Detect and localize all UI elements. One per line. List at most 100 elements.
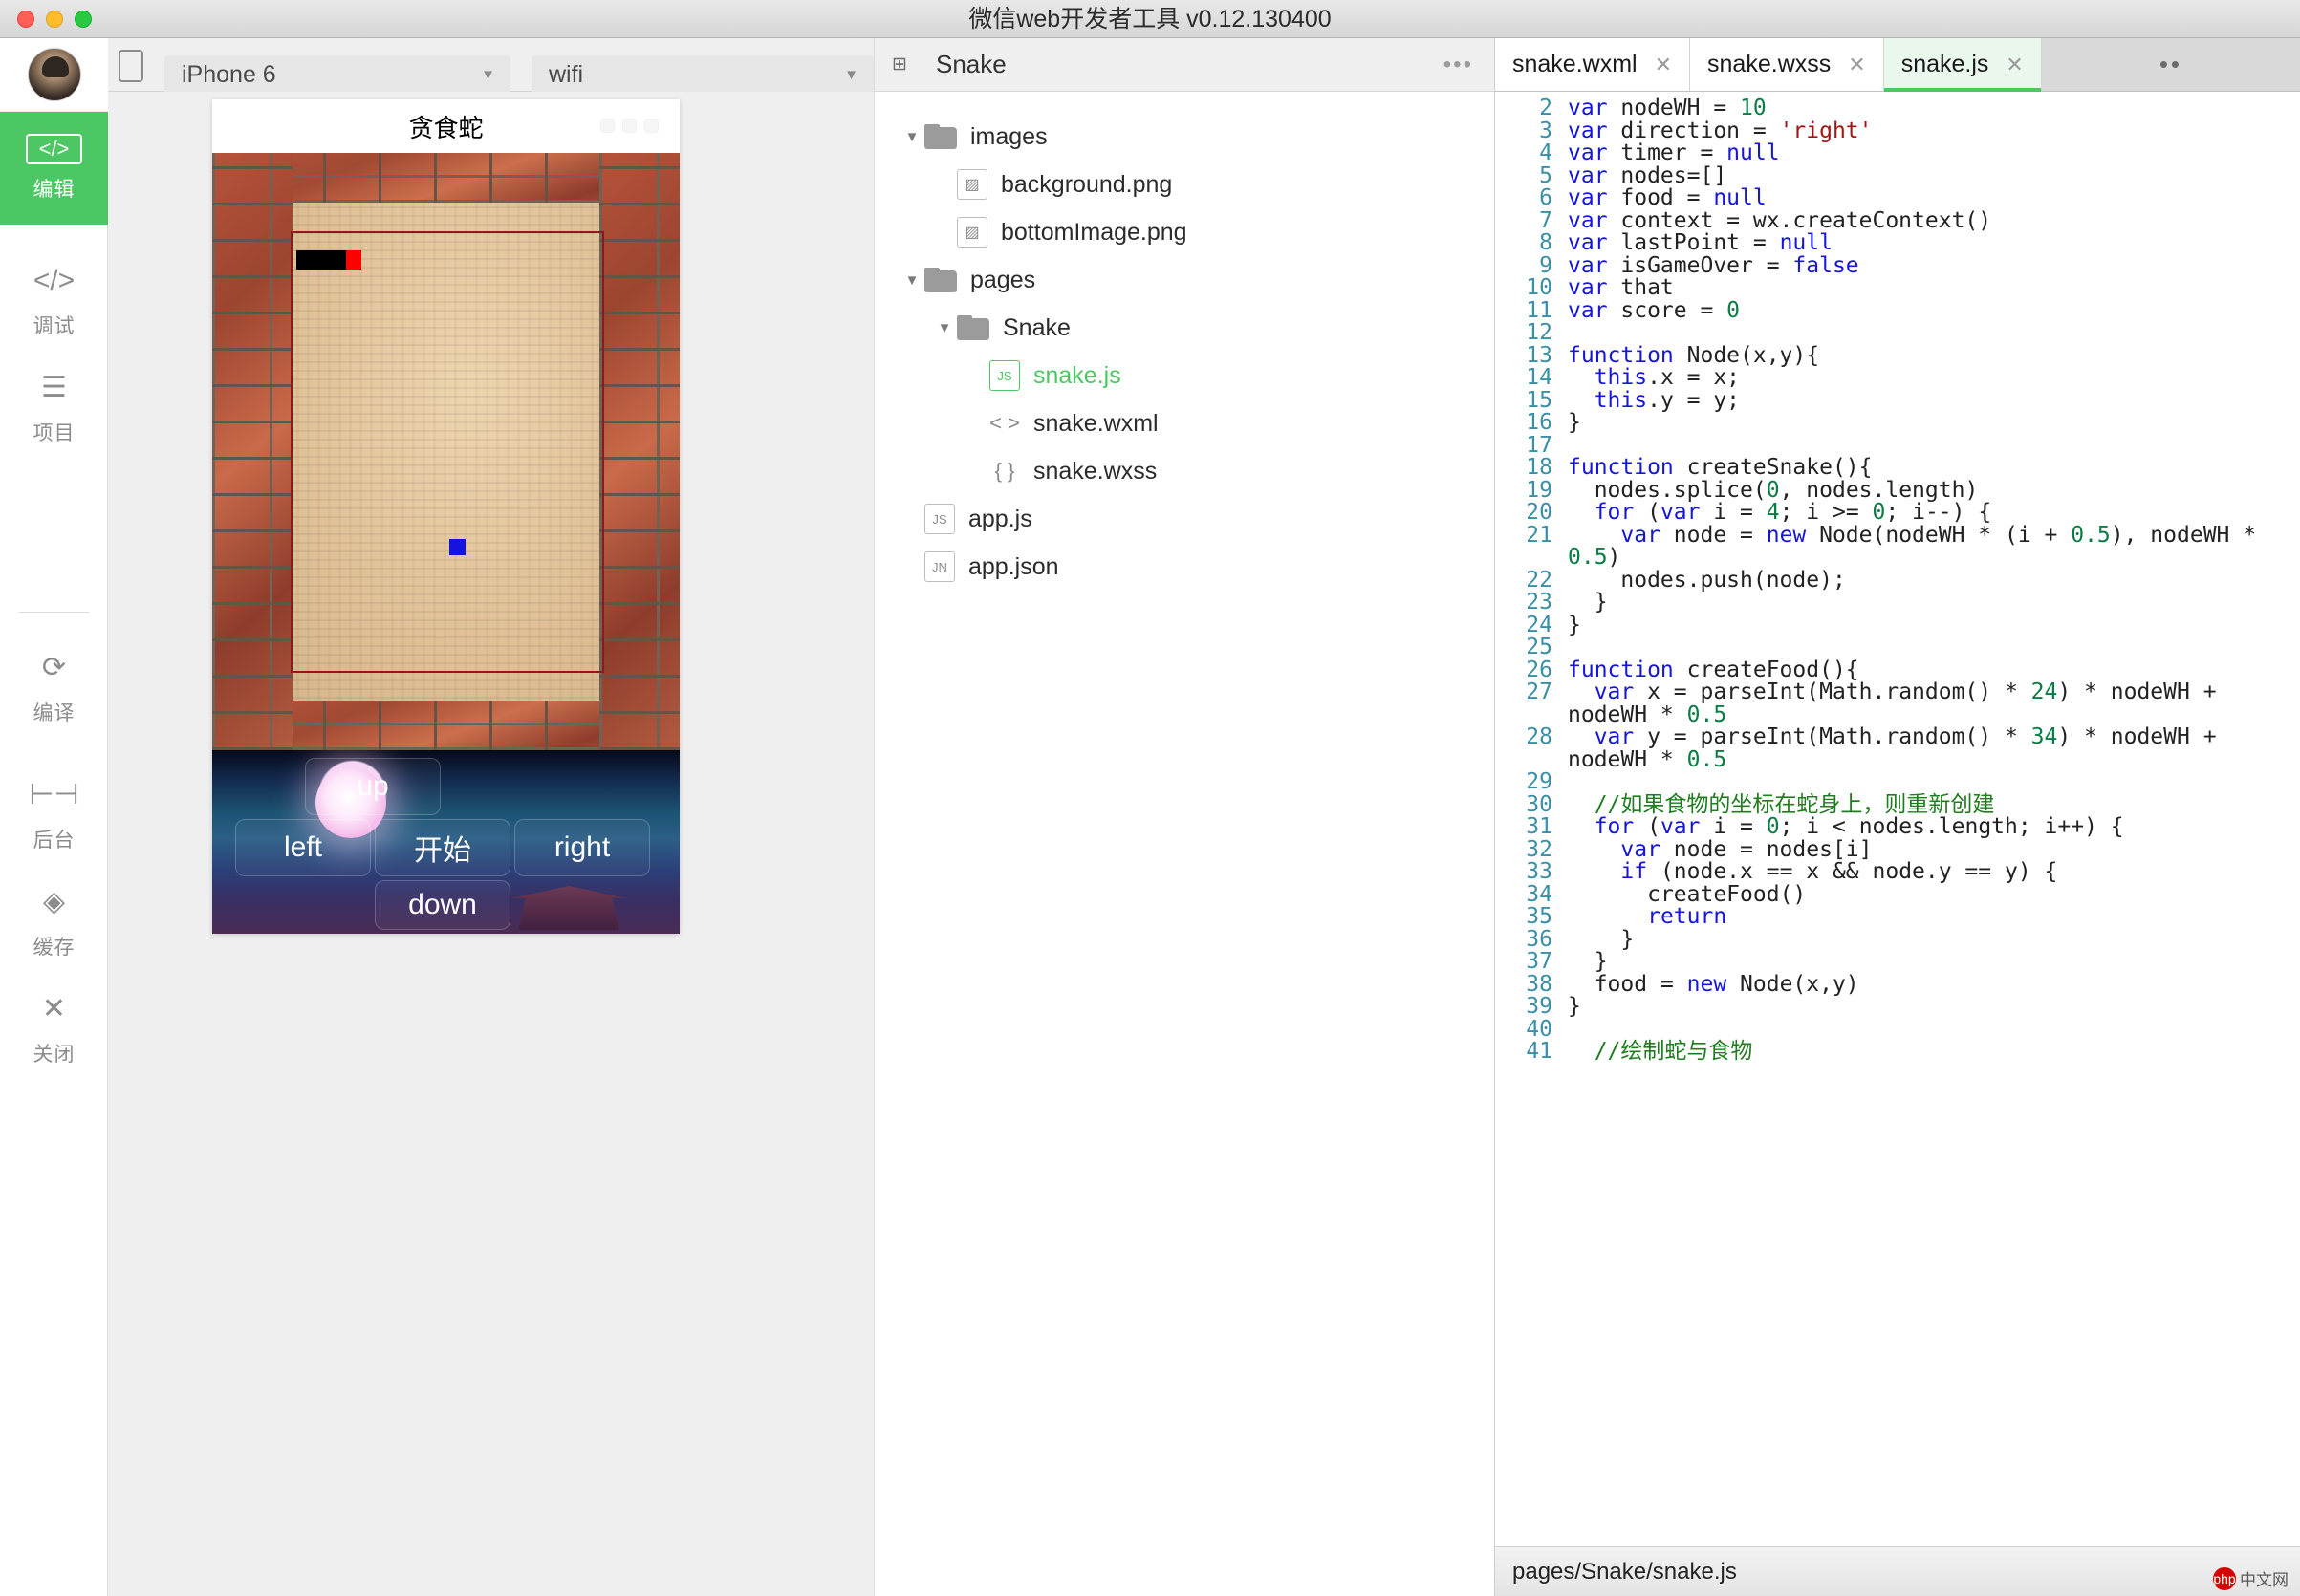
close-icon[interactable]: ✕ (2006, 53, 2023, 77)
line-number: 8 (1539, 230, 1552, 255)
sidebar-item-debug[interactable]: </> 调试 (0, 244, 108, 356)
line-number: 39 (1526, 994, 1552, 1019)
watermark-text: 中文网 (2240, 1571, 2289, 1589)
image-file-icon: ▨ (957, 169, 987, 200)
code-text: this.y = y; (1594, 387, 1741, 413)
game-canvas[interactable] (212, 153, 680, 750)
tab-snake-js[interactable]: snake.js ✕ (1883, 38, 2042, 92)
tree-file[interactable]: JN app.json (875, 543, 1494, 591)
background-tasks-icon: ⊢⊣ (29, 779, 79, 810)
sidebar-item-background[interactable]: ⊢⊣ 后台 (0, 758, 108, 871)
line-number: 37 (1526, 949, 1552, 974)
device-select[interactable]: iPhone 6 ▼ (164, 55, 510, 94)
code-text: var context = wx.createContext() (1568, 207, 1992, 233)
brick-wall-right (599, 153, 680, 750)
line-number: 32 (1526, 836, 1552, 862)
php-logo-icon: php (2213, 1566, 2236, 1590)
code-line: 11 var score = 0 (1495, 299, 2300, 323)
chevron-down-icon[interactable]: ▼ (932, 320, 957, 336)
code-text: nodes.splice(0, nodes.length) (1568, 477, 1979, 503)
phone-icon (119, 50, 143, 82)
capsule-dot-icon (600, 119, 615, 133)
sidebar-item-label: 关闭 (33, 1044, 76, 1066)
code-text: } (1568, 994, 1581, 1019)
tree-file[interactable]: ▨ bottomImage.png (875, 208, 1494, 256)
phone-navbar: 贪食蛇 (212, 99, 680, 153)
sidebar-item-project[interactable]: ☰ 项目 (0, 351, 108, 464)
tree-file[interactable]: JS snake.js (875, 352, 1494, 399)
code-text: nodes.push(node); (1568, 567, 1846, 593)
down-button[interactable]: down (375, 880, 510, 930)
tab-snake-wxml[interactable]: snake.wxml ✕ (1495, 38, 1691, 91)
chevron-down-icon[interactable]: ▼ (900, 272, 924, 289)
network-select[interactable]: wifi ▼ (532, 55, 874, 94)
chevron-down-icon: ▼ (844, 66, 858, 83)
code-line: 8 var lastPoint = null (1495, 230, 2300, 255)
line-number: 22 (1526, 567, 1552, 593)
ellipsis-icon[interactable]: ••• (1443, 52, 1473, 78)
code-line: 27 var x = parseInt(Math.random() * 24) … (1495, 679, 2300, 726)
code-line: 17 (1495, 434, 2300, 458)
code-text: return (1647, 904, 1727, 929)
code-line: 12 (1495, 321, 2300, 345)
network-select-value: wifi (549, 60, 584, 88)
code-brackets-icon: </> (25, 134, 83, 164)
sidebar-item-edit[interactable]: </> 编辑 (0, 112, 108, 225)
sidebar-item-label: 编译 (33, 702, 76, 724)
code-line: 28 var y = parseInt(Math.random() * 34) … (1495, 725, 2300, 771)
tree-item-label: snake.wxml (1033, 409, 1159, 437)
sidebar-item-label: 调试 (33, 315, 76, 337)
chevron-down-icon: ▼ (481, 66, 495, 83)
code-line: 5 var nodes=[] (1495, 164, 2300, 188)
tree-folder[interactable]: ▼ Snake (875, 304, 1494, 352)
start-button[interactable]: 开始 (375, 819, 510, 876)
sidebar-item-close[interactable]: ✕ 关闭 (0, 972, 108, 1085)
avatar-cell[interactable] (0, 38, 108, 112)
code-line: 32 var node = nodes[i] (1495, 836, 2300, 862)
sidebar-item-compile[interactable]: ⟳ 编译 (0, 631, 108, 744)
capsule-buttons[interactable] (600, 119, 659, 133)
tree-file[interactable]: ▨ background.png (875, 161, 1494, 208)
sidebar-item-cache[interactable]: ◈ 缓存 (0, 865, 108, 978)
code-text: //绘制蛇与食物 (1594, 1039, 1753, 1064)
tab-snake-wxss[interactable]: snake.wxss ✕ (1690, 38, 1884, 91)
code-line: 24} (1495, 614, 2300, 637)
tree-item-label: background.png (1001, 170, 1173, 198)
sidebar-item-label: 项目 (33, 422, 76, 444)
tree-item-label: pages (970, 266, 1036, 293)
close-icon[interactable]: ✕ (1655, 53, 1672, 77)
window-titlebar: 微信web开发者工具 v0.12.130400 (0, 0, 2300, 38)
close-x-icon: ✕ (41, 993, 67, 1024)
line-number: 2 (1539, 96, 1552, 120)
line-number: 31 (1526, 814, 1552, 839)
tree-file[interactable]: { } snake.wxss (875, 447, 1494, 495)
food-block (449, 539, 466, 555)
left-button[interactable]: left (235, 819, 371, 876)
file-tree-panel: ⊞ Snake ••• ▼ images ▨ background.png ▨ botto… (874, 38, 1495, 1596)
line-number: 27 (1526, 679, 1552, 704)
tree-folder[interactable]: ▼ pages (875, 256, 1494, 304)
tree-folder[interactable]: ▼ images (875, 113, 1494, 161)
code-text: var isGameOver = false (1568, 252, 1859, 278)
tree-file[interactable]: JS app.js (875, 495, 1494, 543)
line-number: 25 (1526, 635, 1552, 659)
code-area[interactable]: 2 var nodeWH = 10 3 var direction = 'right'… (1495, 92, 2300, 1546)
code-line: 25 (1495, 636, 2300, 659)
code-line: 38 food = new Node(x,y) (1495, 973, 2300, 997)
tree-item-label: images (970, 122, 1048, 150)
file-tree-header: ⊞ Snake ••• (875, 38, 1494, 92)
js-file-icon: JS (989, 360, 1020, 391)
tree-file[interactable]: < > snake.wxml (875, 399, 1494, 447)
json-file-icon: JN (924, 551, 955, 582)
code-line: 26 function createFood(){ (1495, 658, 2300, 682)
code-text: var food = null (1568, 185, 1767, 210)
right-button[interactable]: right (514, 819, 650, 876)
ellipsis-icon[interactable]: •• (2041, 38, 2300, 91)
chevron-down-icon[interactable]: ▼ (900, 129, 924, 145)
up-button[interactable]: up (305, 758, 441, 815)
code-text: for (var i = 4; i >= 0; i--) { (1594, 500, 1992, 525)
tree-item-label: snake.wxss (1033, 457, 1158, 485)
tree-item-label: bottomImage.png (1001, 218, 1187, 246)
close-icon[interactable]: ✕ (1848, 53, 1865, 77)
code-line: 7 var context = wx.createContext() (1495, 207, 2300, 233)
